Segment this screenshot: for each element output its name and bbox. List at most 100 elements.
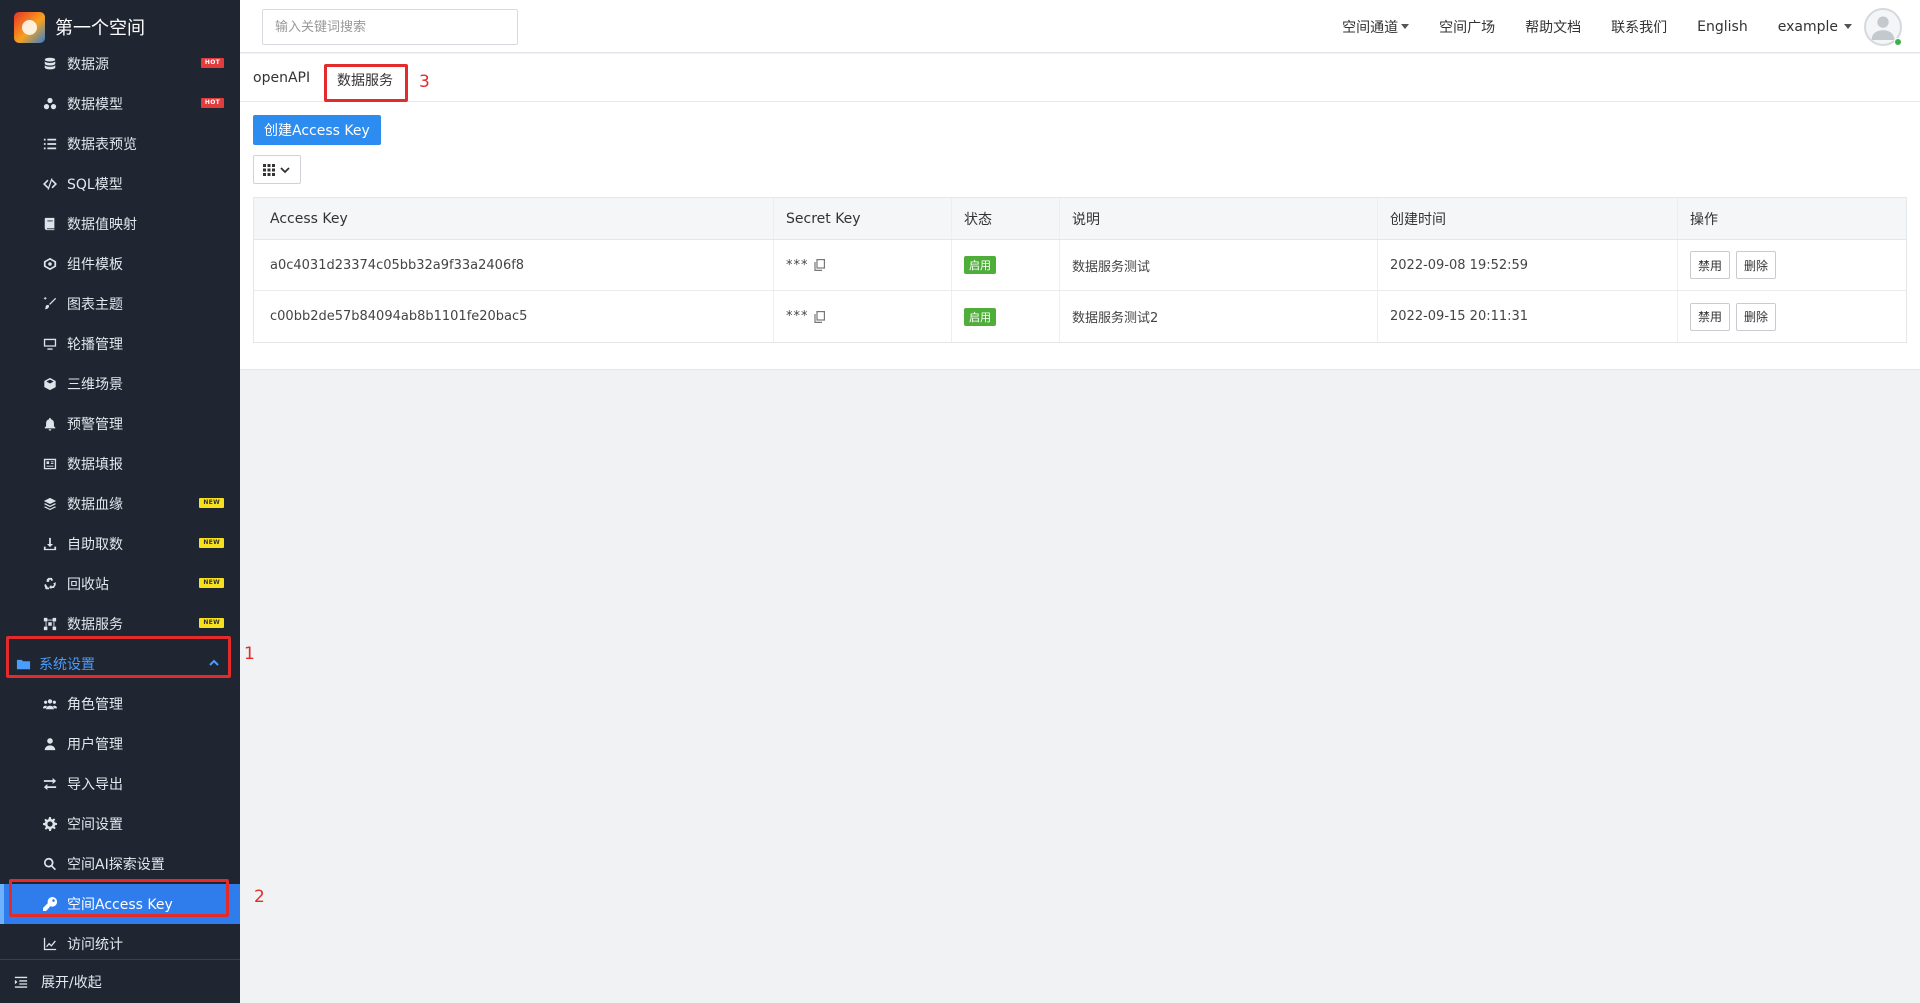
secret-key-cell: *** bbox=[774, 240, 952, 290]
sidebar-item-import-export[interactable]: 导入导出 bbox=[0, 764, 240, 804]
sidebar-item-ai-search-settings[interactable]: 空间AI探索设置 bbox=[0, 844, 240, 884]
created-time-cell: 2022-09-15 20:11:31 bbox=[1378, 291, 1678, 342]
sidebar-item-label: 导入导出 bbox=[67, 777, 123, 793]
nav-help-docs[interactable]: 帮助文档 bbox=[1525, 17, 1581, 37]
annotation-number-2: 2 bbox=[254, 887, 265, 907]
hot-badge: HOT bbox=[200, 58, 224, 68]
sidebar-item-label: SQL模型 bbox=[67, 177, 123, 193]
column-toggle-button[interactable] bbox=[253, 155, 301, 184]
sidebar-item-access-stats[interactable]: 访问统计 bbox=[0, 924, 240, 964]
exchange-icon bbox=[42, 776, 58, 792]
column-header: 说明 bbox=[1060, 198, 1378, 239]
sidebar-item-label: 空间AI探索设置 bbox=[67, 857, 165, 873]
sidebar-item-component-template[interactable]: 组件模板 bbox=[0, 244, 240, 284]
column-header: 创建时间 bbox=[1378, 198, 1678, 239]
sidebar-item-label: 图表主题 bbox=[67, 297, 123, 313]
sidebar-item-label: 数据源 bbox=[67, 57, 109, 73]
component-icon bbox=[42, 256, 58, 272]
search-input[interactable] bbox=[262, 9, 518, 45]
sidebar-item-label: 空间设置 bbox=[67, 817, 123, 833]
sidebar-item-label: 数据值映射 bbox=[67, 217, 137, 233]
top-header: 空间通道 空间广场 帮助文档 联系我们 English example bbox=[240, 0, 1920, 53]
model-icon bbox=[42, 96, 58, 112]
bell-icon bbox=[42, 416, 58, 432]
description-cell: 数据服务测试 bbox=[1060, 240, 1378, 290]
chevron-down-icon bbox=[280, 166, 290, 173]
sidebar-collapse-toggle[interactable]: 展开/收起 bbox=[0, 959, 240, 1003]
create-access-key-button[interactable]: 创建Access Key bbox=[253, 115, 381, 145]
search-icon bbox=[42, 856, 58, 872]
disable-button[interactable]: 禁用 bbox=[1690, 251, 1731, 279]
column-header: 操作 bbox=[1690, 211, 1718, 228]
access-key-table: Access Key Secret Key 状态 说明 创建时间 操作 a0c4… bbox=[253, 197, 1907, 343]
nav-space-channel[interactable]: 空间通道 bbox=[1342, 17, 1410, 37]
sidebar-item-alerts[interactable]: 预警管理 bbox=[0, 404, 240, 444]
sidebar-item-label: 自助取数 bbox=[67, 537, 123, 553]
grid-icon bbox=[263, 163, 275, 176]
nav-space-plaza[interactable]: 空间广场 bbox=[1439, 17, 1495, 37]
sidebar-item-space-settings[interactable]: 空间设置 bbox=[0, 804, 240, 844]
copy-icon[interactable] bbox=[813, 310, 825, 323]
annotation-box-1 bbox=[6, 636, 231, 678]
table-row: a0c4031d23374c05bb32a9f33a2406f8 *** 启用 … bbox=[254, 240, 1906, 291]
sidebar-item-label: 回收站 bbox=[67, 577, 109, 593]
sidebar-item-roles[interactable]: 角色管理 bbox=[0, 684, 240, 724]
sidebar-item-data-lineage[interactable]: 数据血缘 NEW bbox=[0, 484, 240, 524]
book-icon bbox=[42, 216, 58, 232]
tab-bar: openAPI 数据服务 bbox=[240, 54, 1920, 102]
main-panel: openAPI 数据服务 创建Access Key Access Key Sec… bbox=[240, 54, 1920, 370]
sidebar-item-label: 数据填报 bbox=[67, 457, 123, 473]
delete-button[interactable]: 删除 bbox=[1736, 251, 1777, 279]
cube-icon bbox=[42, 376, 58, 392]
sidebar-item-recycle-bin[interactable]: 回收站 NEW bbox=[0, 564, 240, 604]
recycle-icon bbox=[42, 576, 58, 592]
disable-button[interactable]: 禁用 bbox=[1690, 302, 1731, 331]
caret-down-icon bbox=[1401, 24, 1410, 29]
brand-logo bbox=[14, 11, 45, 43]
copy-icon[interactable] bbox=[813, 259, 825, 271]
secret-key-masked: *** bbox=[786, 309, 809, 324]
online-status-dot bbox=[1894, 38, 1902, 46]
list-icon bbox=[42, 136, 58, 152]
status-cell: 启用 bbox=[952, 240, 1060, 290]
created-time-cell: 2022-09-08 19:52:59 bbox=[1378, 240, 1678, 290]
nav-contact-us[interactable]: 联系我们 bbox=[1611, 17, 1667, 37]
sidebar: 第一个空间 数据源 HOT 数据模型 HOT 数据表预览 SQL模型 数据值映射… bbox=[0, 0, 240, 1003]
users-icon bbox=[42, 696, 58, 712]
sidebar-item-carousel[interactable]: 轮播管理 bbox=[0, 324, 240, 364]
hot-badge: HOT bbox=[200, 98, 224, 108]
nav-language[interactable]: English bbox=[1697, 19, 1748, 35]
sidebar-item-chart-theme[interactable]: 图表主题 bbox=[0, 284, 240, 324]
sidebar-item-datasource[interactable]: 数据源 HOT bbox=[0, 44, 240, 84]
actions-cell: 禁用 删除 bbox=[1678, 291, 1906, 342]
sidebar-item-self-service[interactable]: 自助取数 NEW bbox=[0, 524, 240, 564]
sidebar-item-data-model[interactable]: 数据模型 HOT bbox=[0, 84, 240, 124]
sidebar-item-label: 三维场景 bbox=[67, 377, 123, 393]
download-icon bbox=[42, 536, 58, 552]
new-badge: NEW bbox=[199, 538, 224, 548]
sidebar-item-users[interactable]: 用户管理 bbox=[0, 724, 240, 764]
sidebar-item-data-entry[interactable]: 数据填报 bbox=[0, 444, 240, 484]
column-header: Access Key bbox=[254, 198, 774, 239]
form-icon bbox=[42, 456, 58, 472]
caret-down-icon bbox=[1844, 24, 1852, 29]
chart-line-icon bbox=[42, 936, 58, 952]
sidebar-item-3d-scene[interactable]: 三维场景 bbox=[0, 364, 240, 404]
new-badge: NEW bbox=[199, 618, 224, 628]
access-key-cell: c00bb2de57b84094ab8b1101fe20bac5 bbox=[254, 291, 774, 342]
annotation-box-3 bbox=[324, 64, 408, 102]
user-name: example bbox=[1777, 18, 1838, 35]
annotation-number-1: 1 bbox=[244, 644, 255, 664]
sidebar-item-value-mapping[interactable]: 数据值映射 bbox=[0, 204, 240, 244]
user-icon bbox=[42, 736, 58, 752]
column-header: 状态 bbox=[952, 198, 1060, 239]
user-menu[interactable]: example bbox=[1778, 19, 1852, 35]
delete-button[interactable]: 删除 bbox=[1736, 302, 1777, 331]
secret-key-cell: *** bbox=[774, 291, 952, 342]
sidebar-item-sql-model[interactable]: SQL模型 bbox=[0, 164, 240, 204]
brand-title: 第一个空间 bbox=[55, 18, 145, 39]
sidebar-item-label: 角色管理 bbox=[67, 697, 123, 713]
tab-openapi[interactable]: openAPI bbox=[253, 70, 310, 86]
sidebar-item-table-preview[interactable]: 数据表预览 bbox=[0, 124, 240, 164]
status-badge: 启用 bbox=[964, 256, 996, 274]
